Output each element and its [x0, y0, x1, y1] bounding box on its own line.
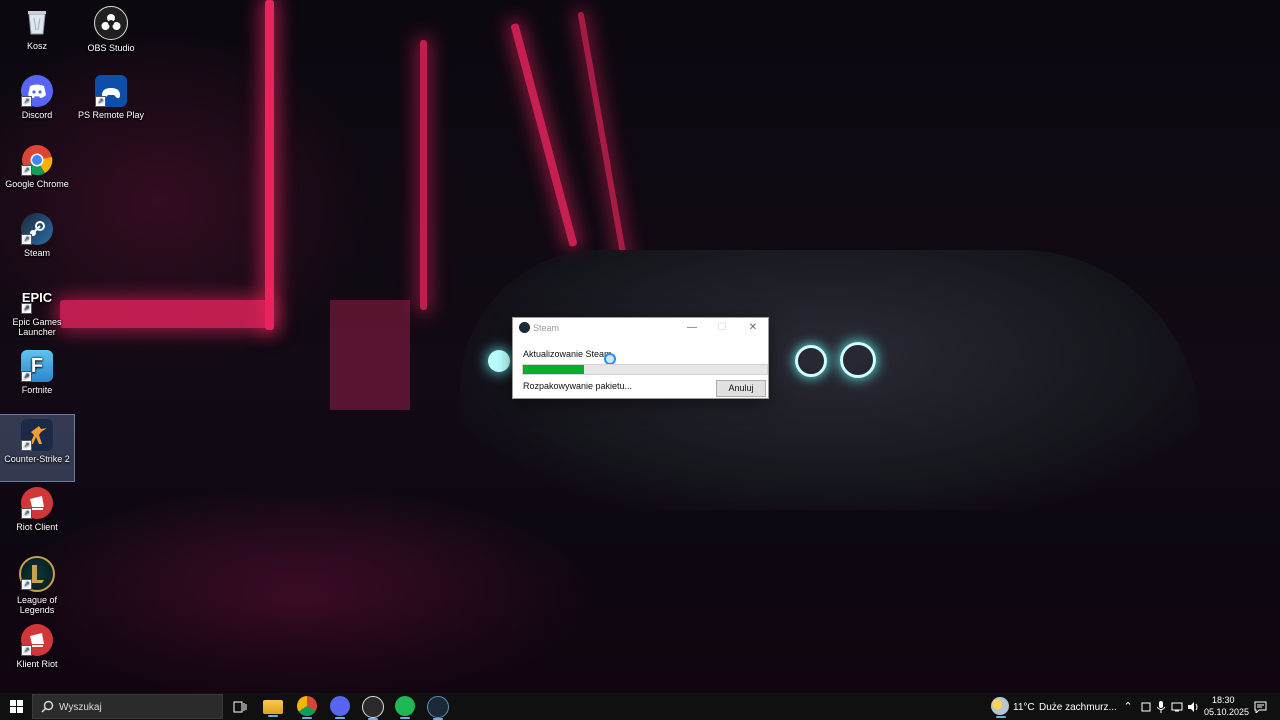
chrome-icon[interactable] — [297, 696, 317, 719]
discord-icon[interactable] — [330, 696, 350, 719]
dialog-titlebar[interactable]: Steam — ☐ ✕ — [513, 318, 768, 338]
riot-client-icon: ↗ — [21, 487, 53, 519]
epic-logo-text: EPIC — [21, 290, 53, 305]
discord-icon: ↗ — [21, 75, 53, 107]
desktop-icon-label: PS Remote Play — [77, 110, 145, 120]
notification-center-button[interactable] — [1250, 693, 1270, 720]
steam-icon — [519, 322, 530, 333]
update-progress-bar — [522, 364, 768, 375]
task-view-button[interactable] — [229, 693, 251, 720]
obs-icon — [94, 6, 128, 40]
headlight — [795, 345, 827, 377]
network-icon[interactable] — [1170, 693, 1184, 720]
fortnite-logo-text: F — [30, 355, 44, 377]
desktop-icon-recycle-bin[interactable]: Kosz — [0, 2, 74, 68]
shortcut-arrow-icon: ↗ — [21, 508, 32, 519]
neon-strip — [577, 11, 629, 269]
obs-icon[interactable] — [362, 696, 384, 720]
progress-fill — [523, 365, 584, 374]
desktop-icon-label: Riot Client — [16, 522, 58, 532]
league-of-legends-icon: ↗ — [19, 556, 55, 592]
weather-description[interactable]: Duże zachmurz... — [1039, 702, 1117, 713]
desktop-icon-label: League of Legends — [16, 595, 58, 615]
search-placeholder: Wyszukaj — [59, 702, 102, 713]
desktop-icon-discord[interactable]: ↗ Discord — [0, 71, 74, 137]
spotify-icon[interactable] — [395, 696, 415, 719]
desktop-icon-label: OBS Studio — [87, 43, 135, 53]
desktop-icon-epic-games[interactable]: EPIC ↗ Epic Games Launcher — [0, 278, 74, 338]
dialog-title: Steam — [533, 323, 560, 333]
file-explorer-icon[interactable] — [263, 700, 283, 717]
tray-app-icon[interactable] — [1139, 693, 1153, 720]
search-box[interactable]: Wyszukaj — [32, 694, 223, 719]
counter-strike-icon: ↗ — [21, 419, 53, 451]
close-button[interactable]: ✕ — [746, 321, 760, 335]
update-status-text: Aktualizowanie Steam — [523, 349, 612, 359]
search-icon — [41, 700, 54, 713]
shortcut-arrow-icon: ↗ — [21, 579, 32, 590]
update-substatus-text: Rozpakowywanie pakietu... — [523, 381, 633, 391]
fortnite-icon: F ↗ — [21, 350, 53, 382]
weather-temperature[interactable]: 11°C — [1013, 702, 1035, 713]
cancel-button[interactable]: Anuluj — [716, 380, 766, 397]
recycle-bin-icon — [21, 6, 53, 38]
desktop-icon-label: Counter-Strike 2 — [4, 454, 70, 464]
desktop-icon-ps-remote-play[interactable]: ↗ PS Remote Play — [74, 71, 148, 137]
riot-client-icon: ↗ — [21, 624, 53, 656]
steam-icon[interactable] — [427, 696, 449, 720]
shortcut-arrow-icon: ↗ — [21, 645, 32, 656]
ps-remote-play-icon: ↗ — [95, 75, 127, 107]
clock-date[interactable]: 05.10.2025 — [1204, 707, 1249, 717]
chevron-up-icon[interactable]: ⌃ — [1121, 693, 1135, 720]
weather-cloudy-icon — [991, 697, 1009, 718]
start-button[interactable] — [4, 693, 28, 720]
windows-logo-icon — [9, 700, 23, 713]
desktop-icon-label: Discord — [21, 110, 53, 120]
neon-strip — [265, 0, 274, 330]
headlight — [488, 350, 510, 372]
desktop-icon-label: Kosz — [26, 41, 47, 51]
shortcut-arrow-icon: ↗ — [21, 371, 32, 382]
volume-icon[interactable] — [1186, 693, 1200, 720]
desktop-icon-steam[interactable]: ↗ Steam — [0, 209, 74, 275]
task-view-icon — [233, 701, 247, 712]
steam-icon: ↗ — [21, 213, 53, 245]
neon-strip — [510, 22, 578, 248]
steam-update-dialog: Steam — ☐ ✕ Aktualizowanie Steam Rozpako… — [512, 317, 769, 399]
desktop-icon-label: Fortnite — [21, 385, 53, 395]
wet-ground — [0, 520, 1280, 693]
neon-strip — [60, 300, 270, 328]
desktop-icon-klient-riot[interactable]: ↗ Klient Riot — [0, 620, 74, 686]
desktop-icon-counter-strike-2[interactable]: ↗ Counter-Strike 2 — [0, 414, 75, 482]
shortcut-arrow-icon: ↗ — [21, 165, 32, 176]
desktop-icon-riot-client[interactable]: ↗ Riot Client — [0, 483, 74, 549]
notification-icon — [1254, 701, 1266, 713]
desktop-icon-label: Google Chrome — [5, 179, 69, 189]
microphone-icon[interactable] — [1154, 693, 1168, 720]
headlight — [840, 342, 876, 378]
desktop-icon-label: Epic Games Launcher — [12, 317, 62, 337]
shortcut-arrow-icon: ↗ — [21, 440, 32, 451]
shortcut-arrow-icon: ↗ — [95, 96, 106, 107]
desktop-icon-league-of-legends[interactable]: ↗ League of Legends — [0, 552, 74, 618]
clock-time[interactable]: 18:30 — [1212, 695, 1235, 705]
desktop-icon-label: Steam — [23, 248, 50, 258]
chrome-icon: ↗ — [21, 144, 53, 176]
shortcut-arrow-icon: ↗ — [21, 96, 32, 107]
desktop-icon-obs-studio[interactable]: OBS Studio — [74, 2, 148, 68]
maximize-button: ☐ — [717, 322, 727, 333]
desktop-icon-label: Klient Riot — [16, 659, 58, 669]
minimize-button[interactable]: — — [685, 321, 699, 335]
taskbar: Wyszukaj 11°C Duże zachmurz... ⌃ 18:30 0… — [0, 693, 1280, 720]
neon-strip — [420, 40, 427, 310]
neon-crate — [330, 300, 410, 410]
desktop-icon-fortnite[interactable]: F ↗ Fortnite — [0, 346, 74, 412]
epic-games-icon: EPIC ↗ — [21, 282, 53, 314]
desktop-icon-google-chrome[interactable]: ↗ Google Chrome — [0, 140, 74, 206]
shortcut-arrow-icon: ↗ — [21, 303, 32, 314]
shortcut-arrow-icon: ↗ — [21, 234, 32, 245]
